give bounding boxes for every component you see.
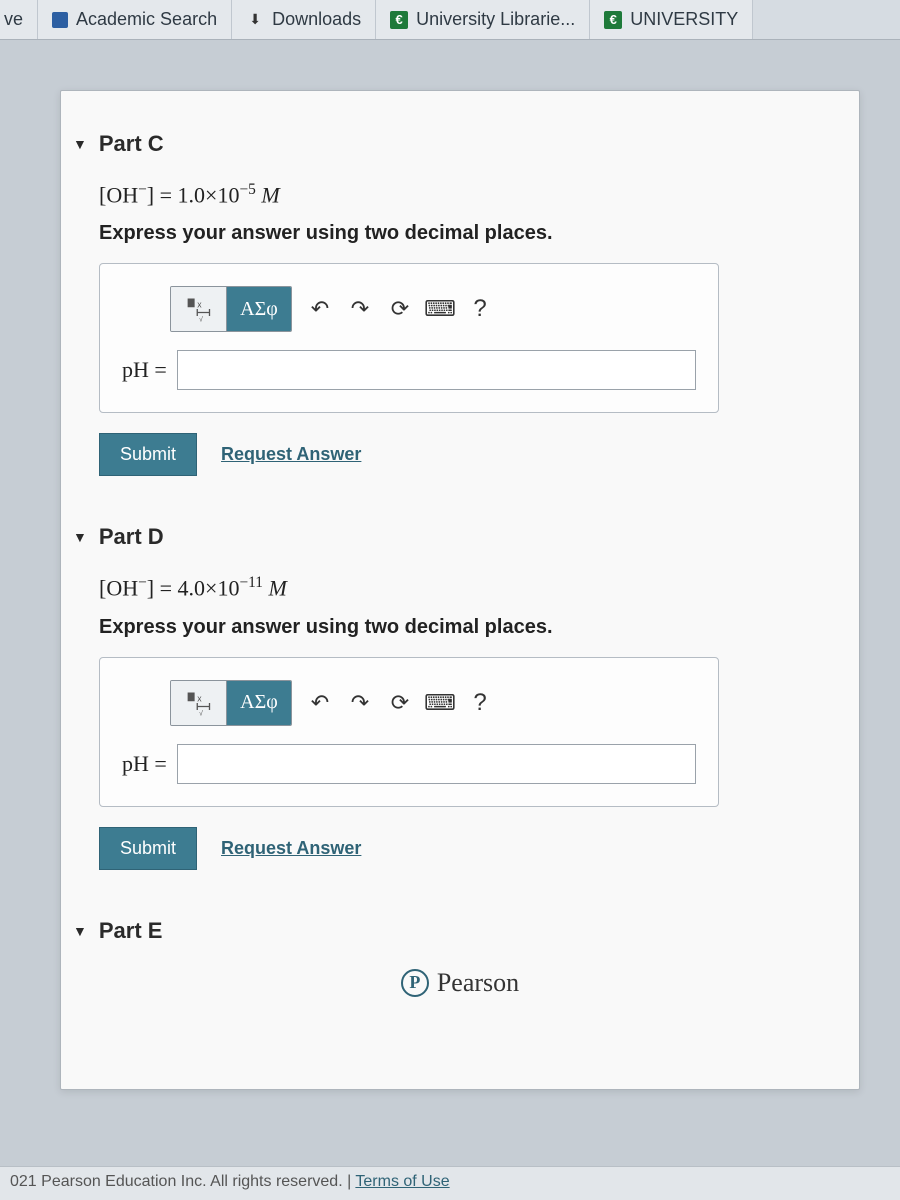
undo-icon: ↶ [311,690,329,716]
part-c-instruction: Express your answer using two decimal pl… [99,222,821,245]
part-c-toolbar: x √ ΑΣφ ↶ ↷ ⟳ [170,286,696,332]
reset-button[interactable]: ⟳ [382,287,418,331]
tab-label: ve [4,9,23,30]
keyboard-icon: ⌨ [424,296,456,322]
ph-input[interactable] [177,350,696,390]
reset-icon: ⟳ [391,296,409,322]
submit-button[interactable]: Submit [99,827,197,870]
chevron-down-icon: ▼ [73,923,87,939]
part-c-submit-row: Submit Request Answer [99,433,821,476]
keyboard-button[interactable]: ⌨ [422,681,458,725]
format-button-group: x √ ΑΣφ [170,680,292,726]
help-button[interactable]: ? [462,681,498,725]
part-c-answer-box: x √ ΑΣφ ↶ ↷ ⟳ [99,263,719,413]
part-d-formula: [OH−] = 4.0×10−11 M [99,574,821,601]
reset-button[interactable]: ⟳ [382,681,418,725]
undo-button[interactable]: ↶ [302,287,338,331]
redo-button[interactable]: ↷ [342,287,378,331]
template-icon: x √ [185,295,213,323]
tab-partial-left[interactable]: ve [0,0,38,40]
keyboard-icon: ⌨ [424,690,456,716]
pearson-brand-text: Pearson [437,968,519,998]
reset-icon: ⟳ [391,690,409,716]
redo-icon: ↷ [351,296,369,322]
part-d-input-row: pH = [122,744,696,784]
part-d-header[interactable]: ▼ Part D [73,524,821,550]
euro-favicon-icon: € [604,11,622,29]
redo-icon: ↷ [351,690,369,716]
svg-text:x: x [197,300,202,310]
part-e-block: ▼ Part E [99,918,821,944]
terms-of-use-link[interactable]: Terms of Use [355,1173,449,1190]
tab-label: Downloads [272,9,361,30]
page-content: ▼ Part C [OH−] = 1.0×10−5 M Express your… [0,40,900,1090]
part-c-input-row: pH = [122,350,696,390]
svg-text:√: √ [199,316,203,324]
footer-strip: 021 Pearson Education Inc. All rights re… [0,1166,900,1200]
tab-downloads[interactable]: ⬇ Downloads [232,0,376,40]
part-e-header[interactable]: ▼ Part E [73,918,821,944]
pearson-logo-icon: P [401,969,429,997]
templates-button[interactable]: x √ [171,287,227,331]
chevron-down-icon: ▼ [73,136,87,152]
chevron-down-icon: ▼ [73,529,87,545]
euro-favicon-icon: € [390,11,408,29]
download-icon: ⬇ [246,11,264,29]
tab-label: University Librarie... [416,9,575,30]
part-c-title: Part C [99,131,164,157]
favicon-generic-icon [52,12,68,28]
undo-button[interactable]: ↶ [302,681,338,725]
svg-text:√: √ [199,709,203,717]
svg-text:x: x [197,693,202,703]
greek-symbols-button[interactable]: ΑΣφ [227,287,291,331]
undo-icon: ↶ [311,296,329,322]
tab-university[interactable]: € UNIVERSITY [590,0,753,40]
browser-tabstrip: ve Academic Search ⬇ Downloads € Univers… [0,0,900,40]
tab-university-libraries[interactable]: € University Librarie... [376,0,590,40]
tab-label: Academic Search [76,9,217,30]
part-d-answer-box: x √ ΑΣφ ↶ ↷ ⟳ [99,657,719,807]
assignment-panel: ▼ Part C [OH−] = 1.0×10−5 M Express your… [60,90,860,1090]
part-d-title: Part D [99,524,164,550]
part-d-toolbar: x √ ΑΣφ ↶ ↷ ⟳ [170,680,696,726]
templates-button[interactable]: x √ [171,681,227,725]
redo-button[interactable]: ↷ [342,681,378,725]
ph-label: pH = [122,751,167,777]
ph-label: pH = [122,357,167,383]
part-e-title: Part E [99,918,163,944]
part-d-block: ▼ Part D [OH−] = 4.0×10−11 M Express you… [99,524,821,869]
ph-input[interactable] [177,744,696,784]
help-button[interactable]: ? [462,287,498,331]
request-answer-link[interactable]: Request Answer [221,838,361,859]
part-d-instruction: Express your answer using two decimal pl… [99,616,821,639]
format-button-group: x √ ΑΣφ [170,286,292,332]
template-icon: x √ [185,689,213,717]
part-c-header[interactable]: ▼ Part C [73,131,821,157]
greek-symbols-button[interactable]: ΑΣφ [227,681,291,725]
request-answer-link[interactable]: Request Answer [221,444,361,465]
footer-copyright: 021 Pearson Education Inc. All rights re… [10,1173,355,1190]
part-c-block: ▼ Part C [OH−] = 1.0×10−5 M Express your… [99,131,821,476]
tab-academic-search[interactable]: Academic Search [38,0,232,40]
part-c-formula: [OH−] = 1.0×10−5 M [99,181,821,208]
keyboard-button[interactable]: ⌨ [422,287,458,331]
pearson-brand: P Pearson [99,968,821,998]
tab-label: UNIVERSITY [630,9,738,30]
submit-button[interactable]: Submit [99,433,197,476]
part-d-submit-row: Submit Request Answer [99,827,821,870]
